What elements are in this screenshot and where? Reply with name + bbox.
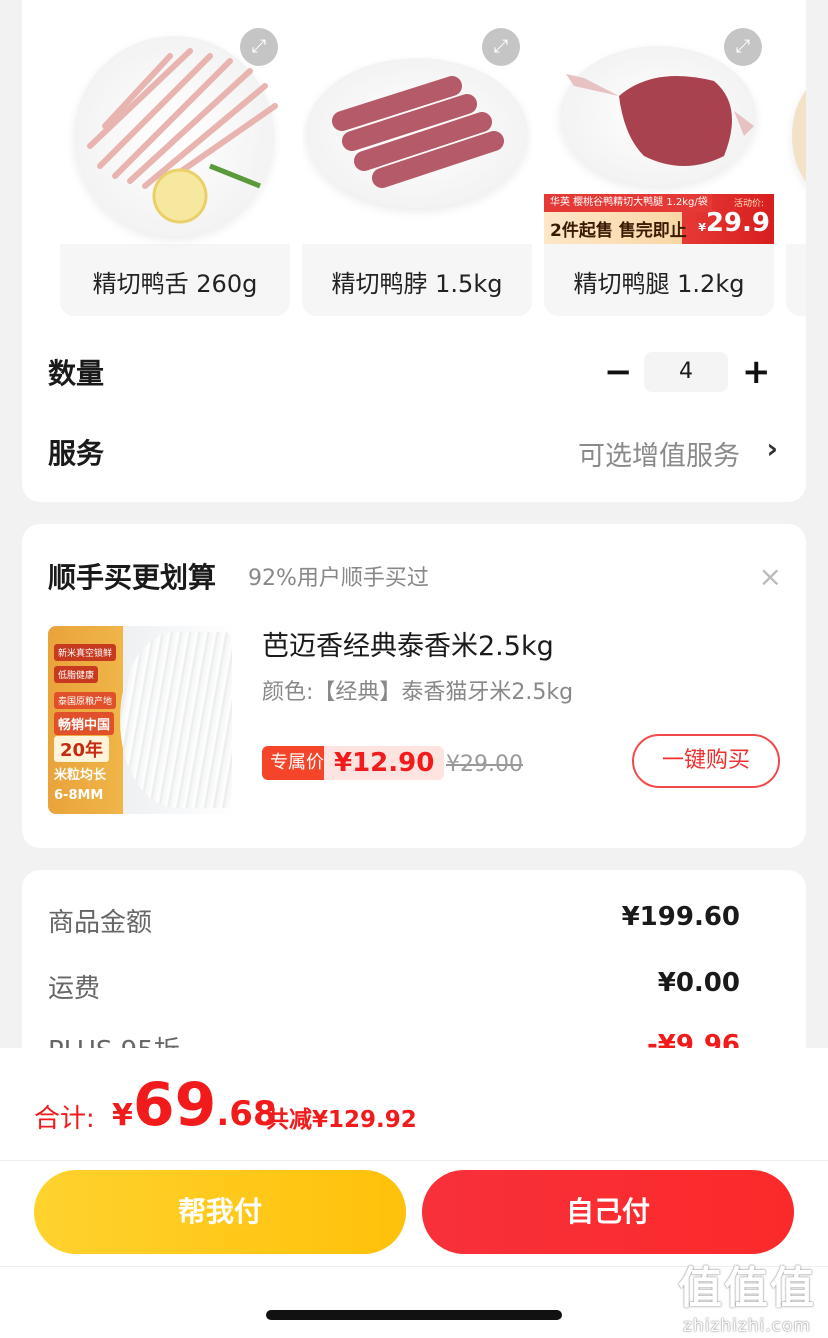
product-label: 精切鸭脖 1.5kg xyxy=(331,270,503,298)
service-value[interactable]: 可选增值服务 xyxy=(578,434,740,473)
quantity-stepper[interactable]: 4 xyxy=(644,352,728,392)
shipping-value: ¥0.00 xyxy=(657,968,740,998)
exclusive-price: ¥12.90 xyxy=(324,746,445,780)
total-label: 合计: xyxy=(34,1104,95,1134)
product-thumb-partial[interactable] xyxy=(786,16,806,316)
total-price: ¥69.68 xyxy=(112,1070,277,1140)
upsell-card: 顺手买更划算 92%用户顺手买过 × 新米真空锁鲜 低脂健康 泰国原粮产地 畅销… xyxy=(22,524,806,848)
plus-button[interactable]: + xyxy=(742,352,771,392)
upsell-product-name[interactable]: 芭迈香经典泰香米2.5kg xyxy=(262,624,554,663)
exclusive-price-tag: 专属价 xyxy=(262,746,332,780)
divider xyxy=(0,1160,828,1161)
product-label: 精切鸭腿 1.2kg xyxy=(573,270,745,298)
help-pay-button[interactable]: 帮我付 xyxy=(34,1170,406,1254)
subtotal-value: ¥199.60 xyxy=(621,902,740,932)
upsell-subtitle: 92%用户顺手买过 xyxy=(248,566,429,591)
upsell-title: 顺手买更划算 xyxy=(48,561,217,594)
product-thumb-duck-tongue[interactable]: ⤢ 精切鸭舌 260g xyxy=(60,16,290,316)
one-click-buy-button[interactable]: 一键购买 xyxy=(632,734,780,788)
product-label: 精切鸭舌 260g xyxy=(92,270,258,298)
self-pay-button[interactable]: 自己付 xyxy=(422,1170,794,1254)
expand-icon[interactable]: ⤢ xyxy=(724,28,762,66)
quantity-label: 数量 xyxy=(48,357,105,390)
bottom-pay-bar: 合计: ¥69.68 共减¥129.92 帮我付 自己付 值值值 zhizhiz… xyxy=(0,1048,828,1338)
chevron-right-icon[interactable]: › xyxy=(766,432,778,465)
total-saving: 共减¥129.92 xyxy=(266,1107,417,1133)
original-price: ¥29.00 xyxy=(446,752,523,777)
service-label: 服务 xyxy=(48,437,105,470)
promo-banner: 华英 樱桃谷鸭精切大鸭腿 1.2kg/袋 活动价: 2件起售 售完即止 ¥29.… xyxy=(544,194,774,244)
expand-icon[interactable]: ⤢ xyxy=(482,28,520,66)
close-icon[interactable]: × xyxy=(759,560,782,593)
product-thumb-duck-neck[interactable]: ⤢ 精切鸭脖 1.5kg xyxy=(302,16,532,316)
watermark: 值值值 zhizhizhi.com xyxy=(678,1263,816,1336)
subtotal-label: 商品金额 xyxy=(48,908,153,938)
product-thumb-duck-leg[interactable]: 华英 樱桃谷鸭精切大鸭腿 1.2kg/袋 活动价: 2件起售 售完即止 ¥29.… xyxy=(544,16,774,316)
home-indicator[interactable] xyxy=(266,1310,562,1320)
expand-icon[interactable]: ⤢ xyxy=(240,28,278,66)
product-card: ⤢ 精切鸭舌 260g ⤢ 精切鸭脖 1.5kg 华英 樱桃谷鸭精切大鸭腿 1.… xyxy=(22,0,806,502)
upsell-product-spec: 颜色:【经典】泰香猫牙米2.5kg xyxy=(262,680,574,705)
rice-product-image[interactable]: 新米真空锁鲜 低脂健康 泰国原粮产地 畅销中国 20年 米粒均长 6-8MM xyxy=(48,626,236,814)
shipping-label: 运费 xyxy=(48,974,101,1004)
promo-price: ¥29.9 xyxy=(698,208,770,238)
minus-button[interactable]: − xyxy=(604,352,633,392)
